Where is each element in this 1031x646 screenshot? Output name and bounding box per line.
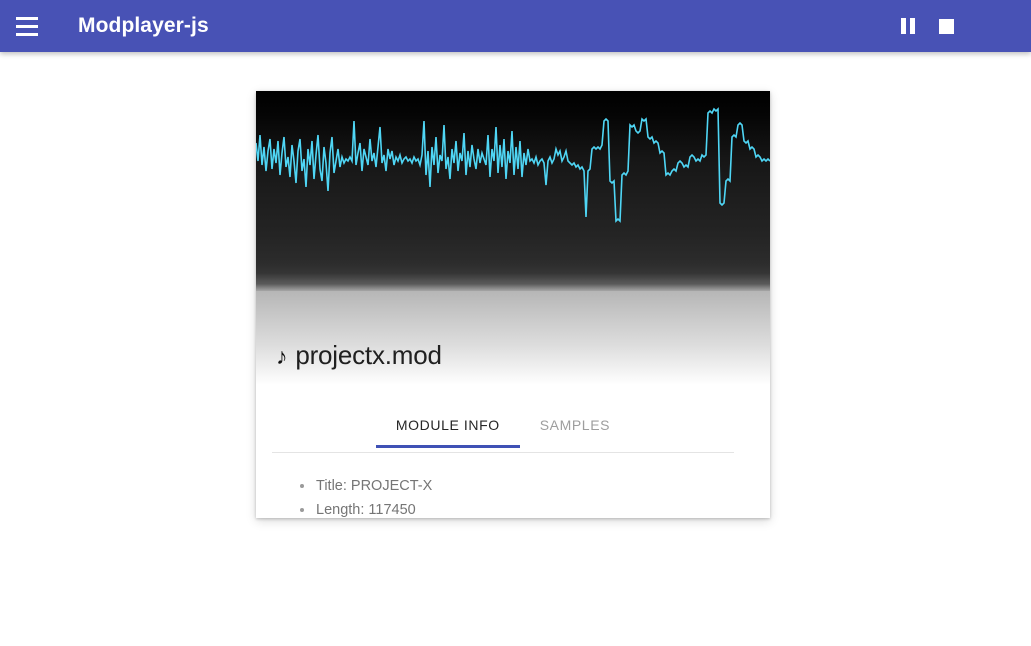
stop-button[interactable] — [933, 13, 959, 39]
media-fade-overlay — [256, 273, 770, 291]
hamburger-menu-icon[interactable] — [16, 14, 40, 38]
waveform-visualizer[interactable] — [256, 91, 770, 291]
pause-icon — [901, 18, 915, 34]
song-title: ♪ projectx.mod — [276, 340, 442, 371]
waveform-path — [256, 107, 770, 223]
list-item: Title: PROJECT-X — [296, 474, 770, 498]
menu-bar-2 — [16, 24, 38, 28]
song-filename: projectx.mod — [295, 340, 442, 370]
stop-icon — [938, 18, 954, 34]
waveform-graph — [256, 107, 770, 223]
app-bar-actions — [895, 13, 959, 39]
app-title: Modplayer-js — [78, 14, 209, 37]
music-note-icon: ♪ — [276, 343, 288, 369]
app-bar: Modplayer-js — [0, 0, 1031, 52]
page-body: ♪ projectx.mod MODULE INFO SAMPLES Title… — [0, 52, 1031, 646]
tabs-bar: MODULE INFO SAMPLES — [272, 407, 734, 453]
card-title-area: ♪ projectx.mod — [256, 291, 770, 385]
pause-button[interactable] — [895, 13, 921, 39]
menu-bar-3 — [16, 32, 38, 36]
module-info-list: Title: PROJECT-X Length: 117450 Samples:… — [296, 474, 770, 518]
tab-samples[interactable]: SAMPLES — [520, 407, 630, 447]
player-card: ♪ projectx.mod MODULE INFO SAMPLES Title… — [256, 91, 770, 518]
tab-module-info[interactable]: MODULE INFO — [375, 407, 520, 448]
list-item: Length: 117450 — [296, 498, 770, 518]
menu-bar-1 — [16, 16, 38, 20]
